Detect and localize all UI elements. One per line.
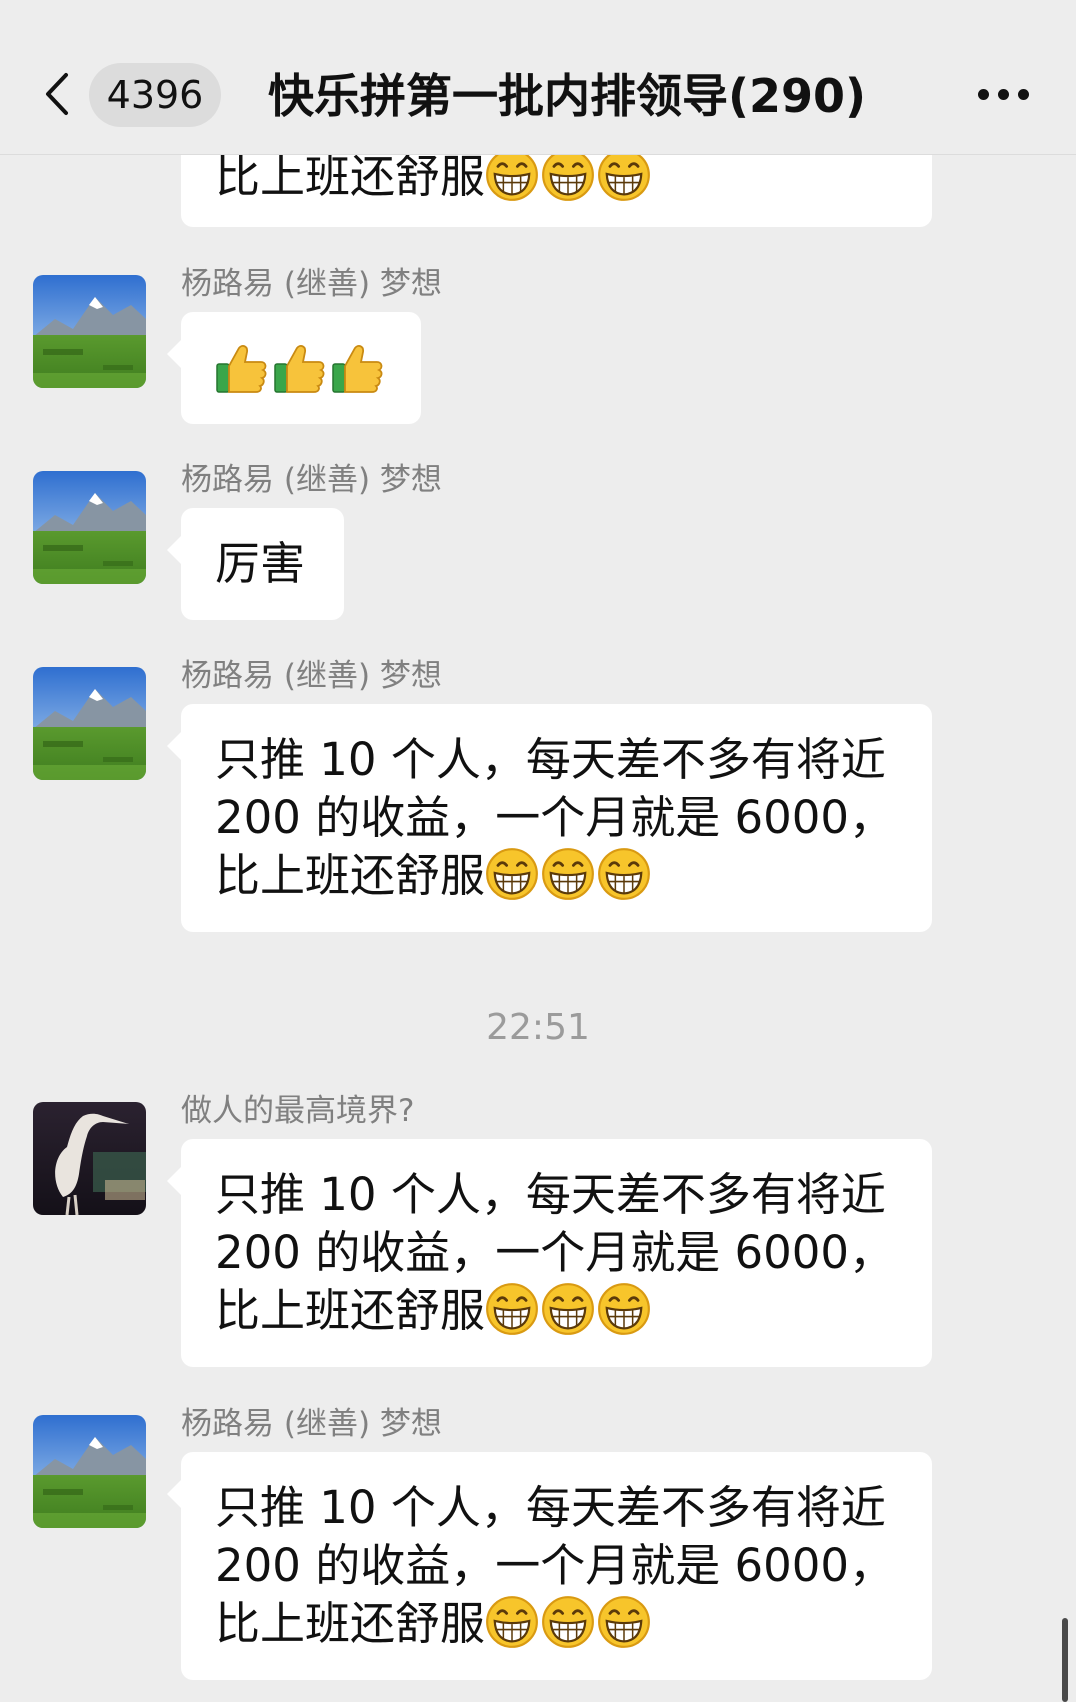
message-list[interactable]: 比上班还舒服 杨路易 (继善) 梦想 杨路易 (继善) 梦想 厉害 杨路易 (继… — [0, 0, 1076, 1702]
grin-emoji-icon — [541, 1282, 595, 1336]
grin-emoji-icon — [541, 847, 595, 901]
grin-emoji-icon — [485, 1595, 539, 1649]
bubble-tail — [167, 1480, 181, 1508]
chat-header: 4396 快乐拼第一批内排领导(290) — [0, 0, 1076, 155]
grin-emoji-icon — [597, 847, 651, 901]
message-text: 厉害 — [215, 537, 306, 590]
avatar[interactable] — [33, 471, 146, 584]
back-chevron-icon[interactable] — [44, 72, 70, 116]
grin-emoji-icon — [485, 1282, 539, 1336]
time-separator: 22:51 — [486, 1007, 590, 1048]
more-options-icon[interactable] — [976, 80, 1036, 110]
bubble-tail — [167, 536, 181, 564]
message-bubble[interactable]: 厉害 — [167, 508, 344, 620]
sender-name: 杨路易 (继善) 梦想 — [181, 658, 442, 694]
grin-emoji-icon — [485, 847, 539, 901]
grin-emoji-icon — [597, 1282, 651, 1336]
message-text: 比上班还舒服 — [215, 150, 486, 203]
unread-count-badge[interactable]: 4396 — [89, 63, 221, 127]
message-bubble[interactable]: 只推 10 个人，每天差不多有将近 200 的收益，一个月就是 6000， 比上… — [167, 1139, 932, 1367]
sender-name: 杨路易 (继善) 梦想 — [181, 1406, 442, 1442]
thumbs-up-emoji-icon — [273, 342, 327, 396]
avatar[interactable] — [33, 667, 146, 780]
bubble-tail — [167, 1167, 181, 1195]
avatar[interactable] — [33, 1102, 146, 1215]
grin-emoji-icon — [541, 148, 595, 202]
bubble-tail — [167, 732, 181, 760]
sender-name: 做人的最高境界? — [181, 1093, 415, 1129]
message-bubble[interactable]: 只推 10 个人，每天差不多有将近 200 的收益，一个月就是 6000， 比上… — [167, 704, 932, 932]
avatar[interactable] — [33, 275, 146, 388]
message-bubble[interactable] — [167, 312, 421, 424]
avatar[interactable] — [33, 1415, 146, 1528]
thumbs-up-emoji-icon — [331, 342, 385, 396]
thumbs-up-emoji-icon — [215, 342, 269, 396]
grin-emoji-icon — [541, 1595, 595, 1649]
grin-emoji-icon — [597, 148, 651, 202]
chat-title: 快乐拼第一批内排领导(290) — [268, 69, 867, 123]
grin-emoji-icon — [597, 1595, 651, 1649]
sender-name: 杨路易 (继善) 梦想 — [181, 462, 442, 498]
grin-emoji-icon — [485, 148, 539, 202]
bubble-tail — [167, 340, 181, 368]
message-bubble[interactable]: 只推 10 个人，每天差不多有将近 200 的收益，一个月就是 6000， 比上… — [167, 1452, 932, 1680]
sender-name: 杨路易 (继善) 梦想 — [181, 266, 442, 302]
scrollbar[interactable] — [1062, 1618, 1068, 1702]
